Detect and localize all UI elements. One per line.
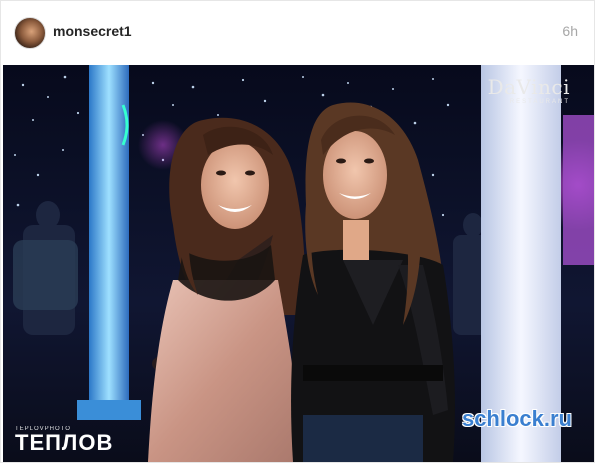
brand-watermark-sub: RESTAURANT (509, 99, 570, 105)
user-avatar[interactable] (14, 17, 46, 49)
site-watermark: schlock.ru (461, 406, 572, 431)
instagram-post-card: monsecret1 6h DaVinci RESTAURANT TEPLOVP… (0, 0, 595, 463)
post-photo[interactable]: DaVinci RESTAURANT TEPLOVPHOTO ТЕПЛОВ sc… (3, 65, 594, 462)
photographer-watermark-top: TEPLOVPHOTO (15, 426, 71, 432)
username-link[interactable]: monsecret1 (53, 23, 132, 39)
photographer-watermark: TEPLOVPHOTO ТЕПЛОВ (15, 426, 113, 454)
brand-watermark: DaVinci RESTAURANT (488, 77, 570, 105)
post-header: monsecret1 6h (1, 1, 594, 65)
brand-watermark-text: DaVinci (487, 75, 570, 99)
photographer-watermark-main: ТЕПЛОВ (15, 430, 114, 455)
post-timestamp[interactable]: 6h (562, 23, 578, 39)
photo-scene (3, 65, 594, 462)
